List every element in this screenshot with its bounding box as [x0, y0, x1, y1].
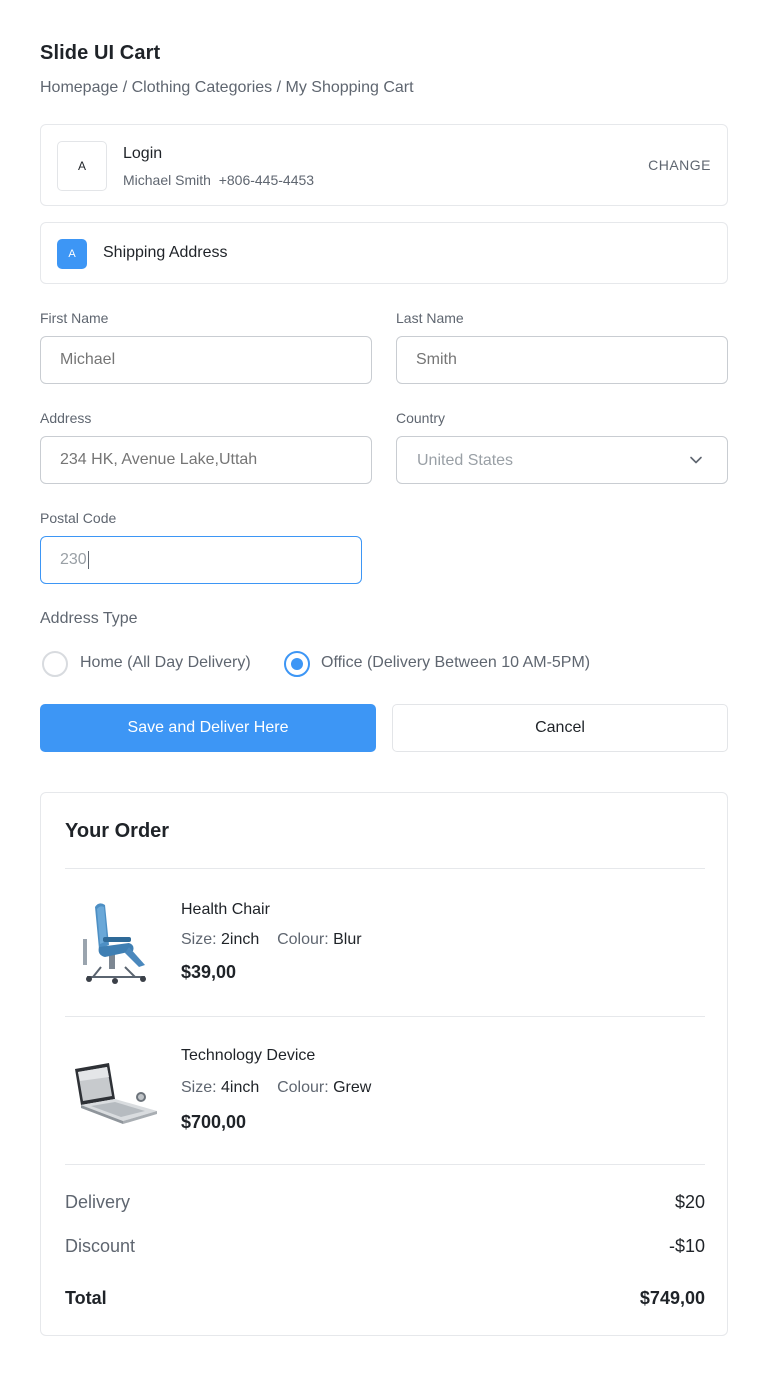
- colour-value: Grew: [333, 1079, 372, 1096]
- chevron-down-icon: [690, 456, 702, 464]
- first-name-label: First Name: [40, 310, 109, 326]
- breadcrumb-separator: /: [272, 79, 286, 96]
- order-item-name: Health Chair: [181, 901, 270, 918]
- colour-label: Colour:: [277, 1079, 329, 1096]
- size-label: Size:: [181, 1079, 217, 1096]
- address-type-office-radio[interactable]: [284, 651, 310, 677]
- postal-code-value: 230: [60, 551, 87, 568]
- discount-label: Discount: [65, 1236, 136, 1256]
- divider: [65, 1164, 705, 1165]
- address-type-label: Address Type: [40, 610, 138, 627]
- cancel-button[interactable]: Cancel: [392, 704, 728, 752]
- order-item-meta: Size: 4inch Colour: Grew: [181, 1079, 371, 1097]
- order-item-price: $39,00: [181, 962, 237, 982]
- login-card: A Login Michael Smith +806-445-4453 CHAN…: [40, 124, 728, 206]
- discount-row: Discount -$10: [65, 1236, 705, 1257]
- page-title: Slide UI Cart: [40, 42, 161, 64]
- divider: [65, 1016, 705, 1017]
- postal-code-input[interactable]: 230: [40, 536, 362, 584]
- text-cursor: [87, 551, 89, 569]
- country-select-value: United States: [417, 452, 514, 469]
- country-label: Country: [396, 410, 446, 426]
- address-label: Address: [40, 410, 92, 426]
- login-user-phone: +806-445-4453: [218, 172, 315, 188]
- address-type-home-radio[interactable]: [42, 651, 68, 677]
- breadcrumb-item-clothing-categories[interactable]: Clothing Categories: [132, 79, 273, 96]
- order-title: Your Order: [65, 820, 170, 842]
- address-type-home-label[interactable]: Home (All Day Delivery): [80, 654, 251, 672]
- address-input[interactable]: [40, 436, 372, 484]
- country-select[interactable]: United States: [396, 436, 728, 484]
- order-summary-card: Your Order Health Chair Size: 2inch Colo…: [40, 792, 728, 1336]
- size-value: 4inch: [221, 1079, 260, 1096]
- total-label: Total: [65, 1288, 107, 1308]
- first-name-input[interactable]: [40, 336, 372, 384]
- shipping-address-card: A Shipping Address: [40, 222, 728, 284]
- order-item-name: Technology Device: [181, 1047, 316, 1064]
- delivery-value: $20: [674, 1192, 705, 1212]
- size-value: 2inch: [221, 931, 260, 948]
- login-user-info: Michael Smith +806-445-4453: [123, 172, 314, 188]
- last-name-label: Last Name: [396, 310, 464, 326]
- login-title: Login: [123, 145, 163, 162]
- shipping-step-badge: A: [57, 239, 87, 269]
- breadcrumb-item-shopping-cart: My Shopping Cart: [285, 79, 414, 96]
- change-login-button[interactable]: CHANGE: [648, 157, 711, 173]
- save-and-deliver-button[interactable]: Save and Deliver Here: [40, 704, 376, 752]
- shipping-address-title: Shipping Address: [103, 244, 228, 261]
- colour-value: Blur: [333, 931, 362, 948]
- breadcrumb-separator: /: [118, 79, 132, 96]
- postal-code-label: Postal Code: [40, 510, 117, 526]
- order-item-price: $700,00: [181, 1112, 247, 1132]
- size-label: Size:: [181, 931, 217, 948]
- colour-label: Colour:: [277, 931, 329, 948]
- total-row: Total $749,00: [65, 1288, 705, 1309]
- discount-value: -$10: [668, 1236, 705, 1256]
- total-value: $749,00: [639, 1288, 705, 1308]
- address-type-office-label[interactable]: Office (Delivery Between 10 AM-5PM): [321, 654, 590, 672]
- breadcrumb-item-homepage[interactable]: Homepage: [40, 79, 118, 96]
- order-item-meta: Size: 2inch Colour: Blur: [181, 931, 362, 949]
- login-step-badge: A: [57, 141, 107, 191]
- laptop-image: [75, 1063, 157, 1124]
- login-user-name: Michael Smith: [123, 172, 211, 188]
- divider: [65, 868, 705, 869]
- breadcrumb: Homepage / Clothing Categories / My Shop…: [40, 79, 414, 97]
- chair-image: [83, 903, 146, 984]
- delivery-row: Delivery $20: [65, 1192, 705, 1213]
- delivery-label: Delivery: [65, 1192, 131, 1212]
- last-name-input[interactable]: [396, 336, 728, 384]
